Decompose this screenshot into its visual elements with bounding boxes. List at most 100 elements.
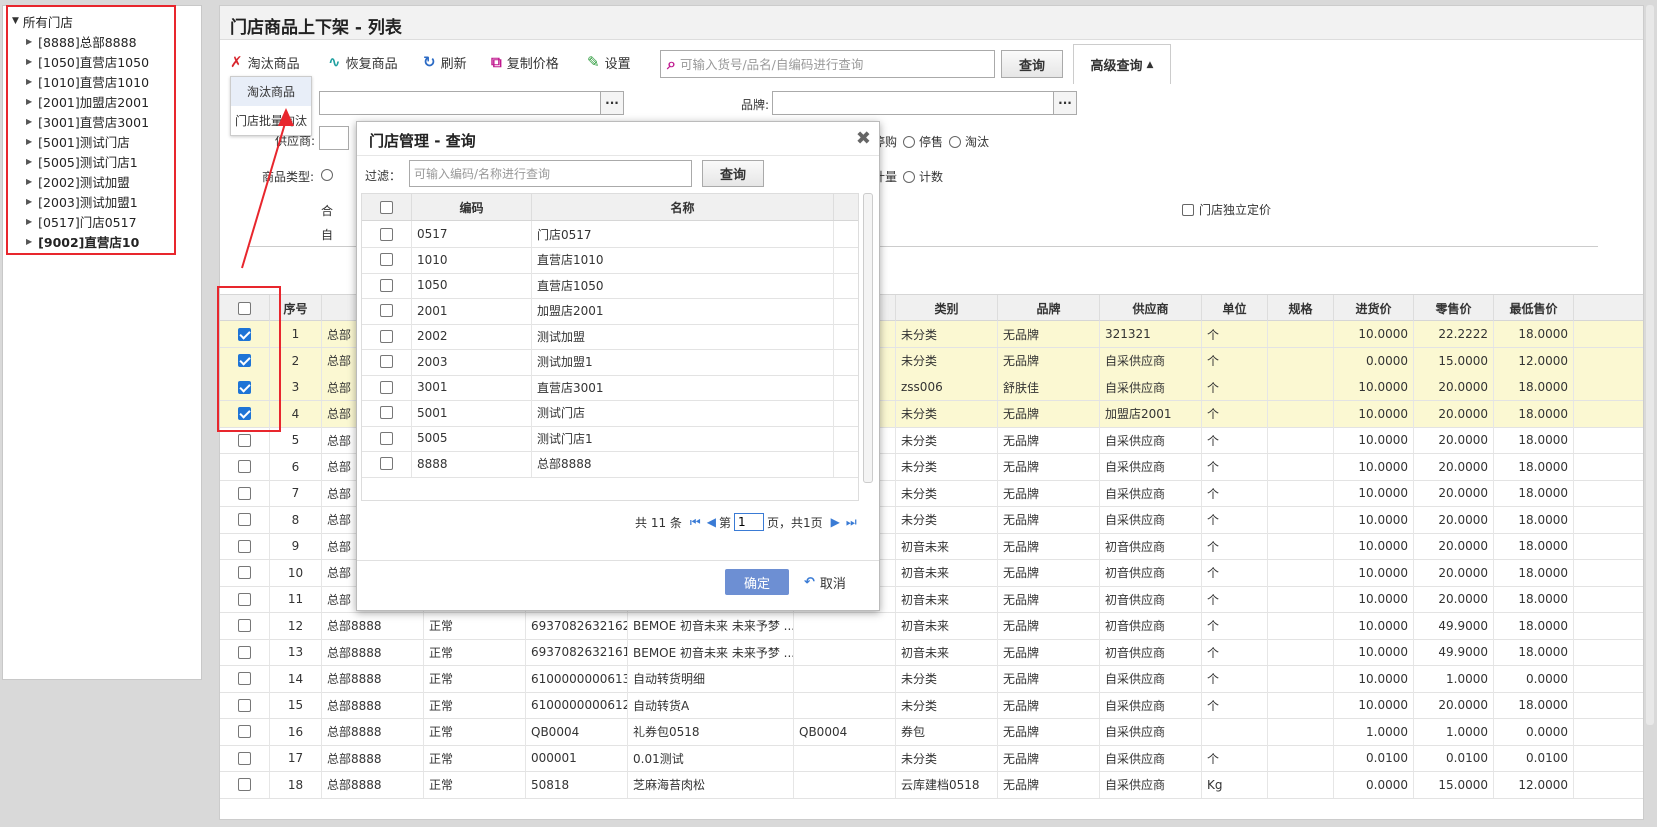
dialog-cell-name: 直营店1010 <box>532 246 834 273</box>
row-checkbox[interactable] <box>238 778 251 791</box>
table-row[interactable]: 13 总部8888 正常 6937082632161 BEMOE 初音未来 未来予梦 .… <box>220 639 1643 666</box>
dialog-row-checkbox[interactable] <box>380 253 393 266</box>
refresh-button[interactable]: ↻ 刷新 <box>423 52 467 72</box>
row-checkbox[interactable] <box>238 539 251 553</box>
category-picker-button[interactable]: ··· <box>600 91 624 115</box>
cell-supplier: 自采供应商 <box>1100 506 1202 533</box>
row-checkbox[interactable] <box>238 433 251 447</box>
radio-button[interactable] <box>949 135 962 148</box>
dialog-column-header-code[interactable]: 编码 <box>412 194 532 220</box>
restore-goods-button[interactable]: ∿ 恢复商品 <box>328 52 398 72</box>
dialog-column-header-cb[interactable] <box>362 194 412 220</box>
column-header-brand[interactable]: 品牌 <box>998 295 1100 321</box>
goods-type-radio-all[interactable] <box>321 169 333 181</box>
dialog-row-checkbox[interactable] <box>380 304 393 317</box>
column-header-min[interactable]: 最低售价 <box>1494 295 1574 321</box>
row-checkbox[interactable] <box>238 645 251 659</box>
advanced-query-label: 高级查询 <box>1090 59 1143 74</box>
row-checkbox[interactable] <box>238 486 251 500</box>
dialog-row-checkbox[interactable] <box>380 406 393 419</box>
column-header-cost[interactable]: 进货价 <box>1334 295 1414 321</box>
dialog-row-checkbox[interactable] <box>380 355 393 368</box>
last-page-icon[interactable]: ⏭ <box>846 515 857 530</box>
cancel-button[interactable]: ↶ 取消 <box>804 573 846 592</box>
dialog-store-row[interactable]: 3001 直营店3001 <box>362 374 858 401</box>
column-header-spec[interactable]: 规格 <box>1268 295 1334 321</box>
dialog-row-checkbox[interactable] <box>380 380 393 394</box>
cell-cost: 10.0000 <box>1334 400 1414 427</box>
dialog-store-row[interactable]: 1050 直营店1050 <box>362 272 858 299</box>
cell-min: 0.0100 <box>1494 745 1574 771</box>
retire-goods-button[interactable]: ✗ 淘汰商品 <box>230 52 300 72</box>
dialog-row-checkbox[interactable] <box>380 227 393 241</box>
dialog-store-row[interactable]: 5005 测试门店1 <box>362 425 858 452</box>
settings-button[interactable]: ✎ 设置 <box>587 52 631 72</box>
cell-spec <box>1268 453 1334 480</box>
table-row[interactable]: 15 总部8888 正常 6100000000612 自动转货A 未分类 无品牌 自采供应商个… <box>220 692 1643 719</box>
dialog-scrollbar[interactable] <box>863 193 873 483</box>
row-checkbox[interactable] <box>238 566 251 579</box>
advanced-query-button[interactable]: 高级查询 ▲ <box>1073 44 1171 84</box>
table-row[interactable]: 17 总部8888 正常 000001 0.01测试 未分类 无品牌 自采供应商个 0.0100… <box>220 745 1643 772</box>
table-row[interactable]: 16 总部8888 正常 QB0004 礼券包0518 QB0004 券包 无品牌 自采供应商 1… <box>220 718 1643 746</box>
brand-field[interactable] <box>772 91 1054 115</box>
dialog-store-row[interactable]: 1010 直营店1010 <box>362 246 858 274</box>
confirm-button[interactable]: 确定 <box>725 569 789 595</box>
dialog-cell-code: 5001 <box>412 399 532 426</box>
page-number-input[interactable] <box>733 513 764 531</box>
dialog-store-row[interactable]: 0517 门店0517 <box>362 221 858 248</box>
category-field[interactable] <box>319 91 601 115</box>
dialog-column-header-name[interactable]: 名称 <box>532 194 834 220</box>
dialog-filter-input[interactable] <box>414 166 684 181</box>
radio-button[interactable] <box>903 170 916 183</box>
next-page-icon[interactable]: ▶ <box>831 515 840 529</box>
row-checkbox[interactable] <box>238 672 251 685</box>
independent-price-checkbox[interactable] <box>1182 203 1194 216</box>
row-checkbox[interactable] <box>238 592 251 606</box>
row-checkbox[interactable] <box>238 460 251 473</box>
column-header-unit[interactable]: 单位 <box>1202 295 1268 321</box>
page-scrollbar[interactable] <box>1646 5 1654 725</box>
cell-barcode: 6937082632161 <box>526 639 628 665</box>
dialog-store-row[interactable]: 8888 总部8888 <box>362 450 858 478</box>
dialog-row-checkbox[interactable] <box>380 457 393 470</box>
dialog-select-all-checkbox[interactable] <box>380 200 393 214</box>
cell-barcode: 6937082632162 <box>526 612 628 639</box>
dialog-store-row[interactable]: 2003 测试加盟1 <box>362 348 858 376</box>
close-icon[interactable]: ✖ <box>856 128 871 149</box>
prev-page-icon[interactable]: ◀ <box>707 515 716 529</box>
row-checkbox[interactable] <box>238 513 251 526</box>
search-input[interactable] <box>679 56 970 72</box>
row-checkbox[interactable] <box>238 725 251 738</box>
undo-icon: ↶ <box>804 575 815 590</box>
dialog-store-row[interactable]: 5001 测试门店 <box>362 399 858 427</box>
copy-price-button[interactable]: ⧉ 复制价格 <box>491 52 559 72</box>
dialog-query-button[interactable]: 查询 <box>702 160 764 187</box>
supplier-field[interactable] <box>319 126 349 150</box>
column-header-retail[interactable]: 零售价 <box>1414 295 1494 321</box>
query-button[interactable]: 查询 <box>1001 50 1063 78</box>
dialog-store-row[interactable]: 2001 加盟店2001 <box>362 297 858 325</box>
row-checkbox[interactable] <box>238 698 251 712</box>
annotation-highlight-tree <box>6 5 176 255</box>
cell-unit: 个 <box>1202 374 1268 400</box>
row-checkbox[interactable] <box>238 619 251 632</box>
table-row[interactable]: 14 总部8888 正常 6100000000613 自动转货明细 未分类 无品牌 自采供应商… <box>220 665 1643 693</box>
column-header-category[interactable]: 类别 <box>896 295 998 321</box>
cell-seq: 18 <box>270 771 322 798</box>
column-header-supplier[interactable]: 供应商 <box>1100 295 1202 321</box>
search-icon: ⌕ <box>667 54 676 73</box>
table-row[interactable]: 12 总部8888 正常 6937082632162 BEMOE 初音未来 未来予梦 .… <box>220 612 1643 640</box>
dialog-row-checkbox[interactable] <box>380 431 393 445</box>
radio-button[interactable] <box>903 135 916 148</box>
row-checkbox[interactable] <box>238 751 251 765</box>
cell-min: 0.0000 <box>1494 665 1574 692</box>
first-page-icon[interactable]: ⏮ <box>690 515 701 530</box>
dialog-row-checkbox[interactable] <box>380 329 393 343</box>
cell-store: 总部8888 <box>322 612 424 639</box>
brand-picker-button[interactable]: ··· <box>1053 91 1077 115</box>
dialog-store-row[interactable]: 2002 测试加盟 <box>362 323 858 350</box>
cell-supplier: 自采供应商 <box>1100 374 1202 400</box>
dialog-row-checkbox[interactable] <box>380 278 393 292</box>
table-row[interactable]: 18 总部8888 正常 50818 芝麻海苔肉松 云库建档0518 无品牌 自采供应商 Kg 0… <box>220 771 1643 799</box>
